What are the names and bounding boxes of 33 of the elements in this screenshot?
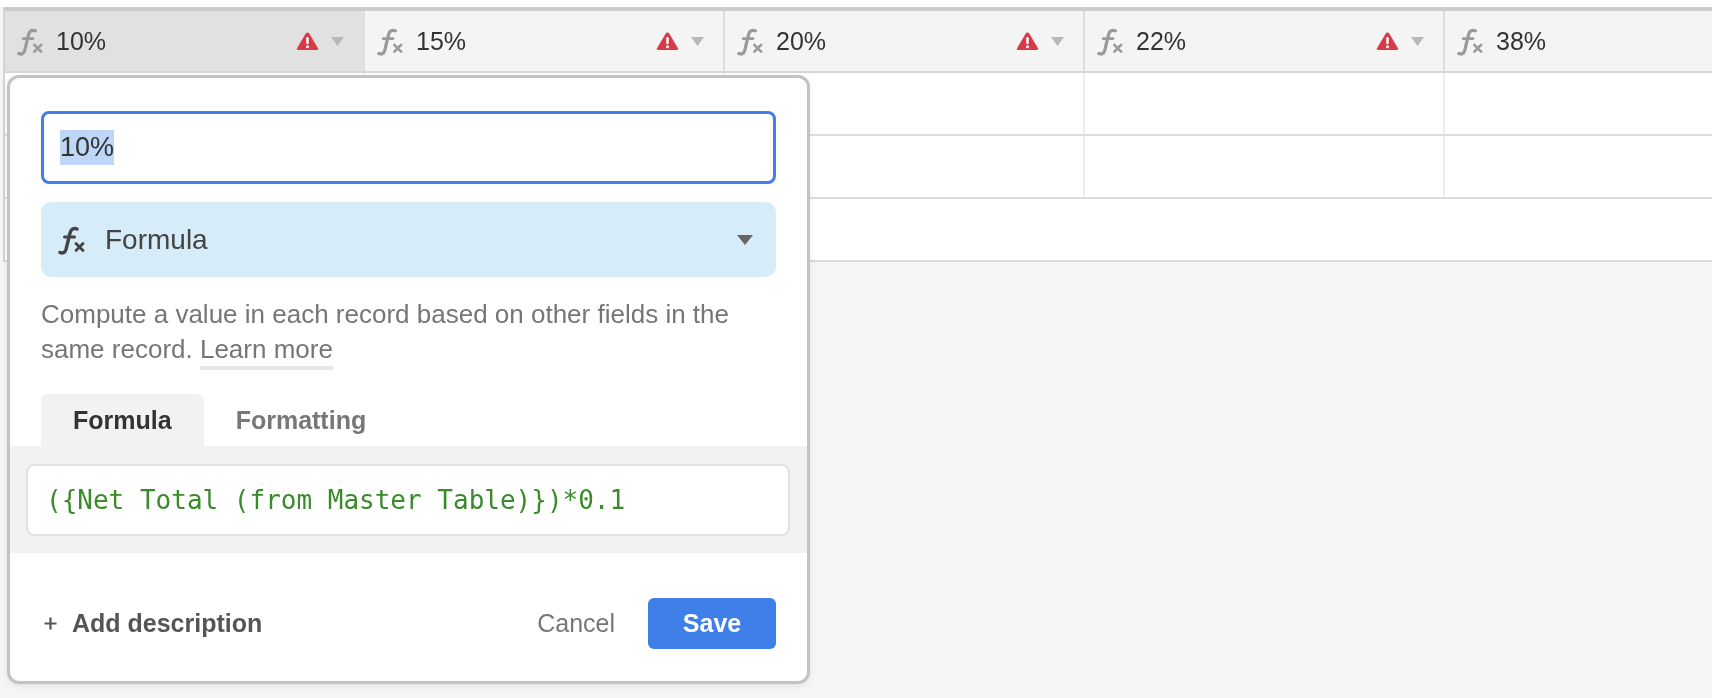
caret-icon[interactable]: [1411, 36, 1424, 46]
fx-icon: [375, 26, 404, 56]
description-text: Compute a value in each record based on other fields in the same record. Learn more: [41, 297, 776, 367]
column-header[interactable]: 38%: [1445, 11, 1712, 71]
column-header[interactable]: 20%: [725, 11, 1085, 71]
caret-icon: [737, 234, 753, 245]
fx-icon: [1095, 26, 1124, 56]
column-title: 38%: [1496, 26, 1548, 56]
column-title: 20%: [776, 26, 828, 56]
fx-icon: [735, 26, 764, 56]
fx-icon: [56, 224, 86, 255]
column-header[interactable]: 22%: [1085, 11, 1445, 71]
plus-icon: [44, 616, 57, 630]
fx-icon: [1455, 26, 1484, 56]
caret-icon[interactable]: [1051, 36, 1064, 46]
field-name-input[interactable]: 10%: [41, 111, 776, 184]
caret-icon[interactable]: [331, 36, 344, 46]
column-title: 10%: [56, 26, 108, 56]
cancel-button[interactable]: Cancel: [537, 608, 615, 638]
column-title: 22%: [1136, 26, 1188, 56]
save-button[interactable]: Save: [648, 597, 776, 649]
learn-more-link[interactable]: Learn more: [199, 334, 333, 370]
field-type-label: Formula: [105, 223, 209, 256]
caret-icon[interactable]: [691, 36, 704, 46]
column-header[interactable]: 10%: [5, 11, 365, 71]
column-title: 15%: [416, 26, 468, 56]
column-header[interactable]: 15%: [365, 11, 725, 71]
fx-icon: [15, 26, 44, 56]
field-type-dropdown[interactable]: Formula: [41, 202, 776, 277]
tab[interactable]: Formatting: [203, 394, 399, 446]
tab[interactable]: Formula: [41, 394, 204, 446]
add-description-button[interactable]: Add description: [44, 608, 263, 638]
formula-input[interactable]: ({Net Total (from Master Table)})*0.1: [26, 464, 790, 536]
